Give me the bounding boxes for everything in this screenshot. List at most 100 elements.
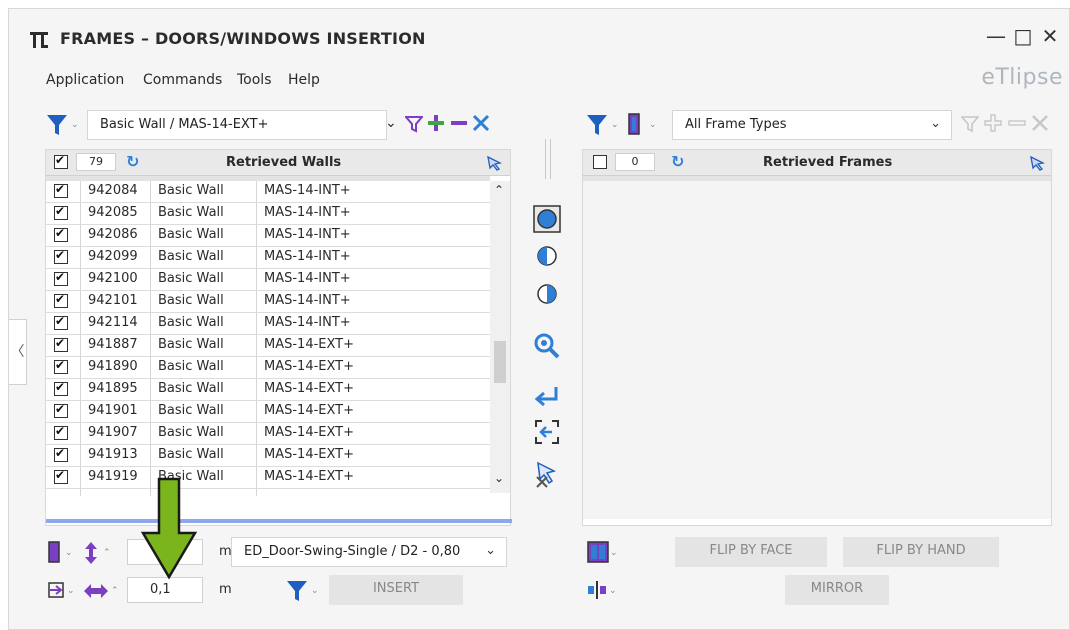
table-row[interactable]: 941907 Basic Wall MAS-14-EXT+ (46, 423, 490, 445)
table-row[interactable]: 941895 Basic Wall MAS-14-EXT+ (46, 379, 490, 401)
row-checkbox[interactable] (54, 292, 68, 308)
remove-icon[interactable] (449, 113, 469, 133)
row-checkbox[interactable] (54, 270, 68, 286)
wall-filter-value: Basic Wall / MAS-14-EXT+ (100, 117, 269, 132)
frames-empty-area (583, 181, 1051, 519)
row-family: Basic Wall (158, 227, 224, 242)
row-checkbox[interactable] (54, 402, 68, 418)
flip-by-face-button[interactable]: FLIP BY FACE (675, 537, 827, 567)
row-id: 942086 (88, 227, 138, 242)
maximize-button[interactable]: □ (1012, 25, 1034, 47)
row-checkbox[interactable] (54, 380, 68, 396)
row-checkbox[interactable] (54, 336, 68, 352)
add-icon[interactable] (426, 113, 446, 133)
table-row[interactable]: 941887 Basic Wall MAS-14-EXT+ (46, 335, 490, 357)
row-checkbox[interactable] (54, 204, 68, 220)
frame-type-dropdown-icon[interactable]: ⌄ (623, 111, 661, 139)
table-row[interactable]: 942085 Basic Wall MAS-14-INT+ (46, 203, 490, 225)
pick-cursor-icon[interactable] (1029, 155, 1045, 171)
row-family: Basic Wall (158, 359, 224, 374)
row-type: MAS-14-INT+ (264, 315, 351, 330)
menu-commands[interactable]: Commands (143, 72, 222, 88)
row-family: Basic Wall (158, 249, 224, 264)
insert-filter-dropdown-icon[interactable]: ⌄ (285, 577, 325, 605)
insert-button[interactable]: INSERT (329, 575, 463, 605)
row-type: MAS-14-INT+ (264, 227, 351, 242)
clear-filter-icon-disabled[interactable] (1030, 113, 1050, 133)
window-title: FRAMES – DOORS/WINDOWS INSERTION (60, 29, 426, 48)
wall-filter-combo[interactable]: Basic Wall / MAS-14-EXT+ (87, 110, 387, 140)
chevron-down-icon: ⌄ (930, 116, 941, 131)
row-checkbox[interactable] (54, 424, 68, 440)
remove-icon-disabled[interactable] (1007, 113, 1027, 133)
row-checkbox[interactable] (54, 358, 68, 374)
table-row[interactable]: 942099 Basic Wall MAS-14-INT+ (46, 247, 490, 269)
menu-application[interactable]: Application (46, 72, 124, 88)
clear-selection-icon[interactable] (532, 459, 562, 489)
side-collapse-tab[interactable]: 〈 (9, 319, 27, 385)
add-icon-disabled[interactable] (983, 113, 1003, 133)
select-all-frames-checkbox[interactable] (593, 155, 607, 169)
frames-filter-dropdown-icon[interactable]: ⌄ (585, 111, 619, 139)
flip-mode-dropdown-icon[interactable]: ⌄ (585, 539, 619, 567)
row-checkbox[interactable] (54, 446, 68, 462)
row-id: 941901 (88, 403, 138, 418)
row-checkbox[interactable] (54, 226, 68, 242)
half-left-circle-icon[interactable] (532, 241, 562, 271)
table-row[interactable]: 942100 Basic Wall MAS-14-INT+ (46, 269, 490, 291)
frame-orientation-dropdown-icon[interactable]: ⌄ (45, 539, 79, 567)
row-checkbox[interactable] (54, 314, 68, 330)
door-type-combo[interactable]: ED_Door-Swing-Single / D2 - 0,80 ⌄ (231, 537, 507, 567)
row-family: Basic Wall (158, 315, 224, 330)
return-arrow-icon[interactable] (532, 382, 562, 412)
row-type: MAS-14-INT+ (264, 205, 351, 220)
row-id: 942085 (88, 205, 138, 220)
close-button[interactable]: ✕ (1039, 25, 1061, 47)
frame-type-combo[interactable]: All Frame Types ⌄ (672, 110, 952, 140)
walls-grid: 79 ↻ Retrieved Walls 942084 Basic Wall MAS… (45, 149, 512, 526)
chevron-down-icon[interactable]: ⌄ (385, 115, 397, 131)
horizontal-offset-icon[interactable]: ⌃ (81, 577, 121, 605)
row-checkbox[interactable] (54, 182, 68, 198)
svg-text:⌃: ⌃ (103, 548, 111, 558)
row-checkbox[interactable] (54, 248, 68, 264)
fit-view-icon[interactable] (532, 417, 562, 447)
scroll-down-icon[interactable]: ⌄ (494, 471, 504, 485)
menu-tools[interactable]: Tools (237, 72, 272, 88)
select-all-button[interactable] (532, 204, 562, 234)
refresh-icon[interactable]: ↻ (126, 152, 139, 171)
minimize-button[interactable]: — (985, 25, 1007, 47)
clear-filter-icon[interactable] (471, 113, 491, 133)
table-row[interactable]: 941890 Basic Wall MAS-14-EXT+ (46, 357, 490, 379)
table-row[interactable]: 941901 Basic Wall MAS-14-EXT+ (46, 401, 490, 423)
alignment-dropdown-icon[interactable]: ⌄ (45, 577, 79, 605)
half-right-circle-icon[interactable] (532, 279, 562, 309)
table-row[interactable]: 942086 Basic Wall MAS-14-INT+ (46, 225, 490, 247)
table-row[interactable]: 942114 Basic Wall MAS-14-INT+ (46, 313, 490, 335)
scroll-up-icon[interactable]: ⌃ (494, 183, 504, 197)
frames-header-title: Retrieved Frames (763, 155, 893, 170)
refresh-icon[interactable]: ↻ (671, 152, 684, 171)
table-row[interactable]: 942084 Basic Wall MAS-14-INT+ (46, 181, 490, 203)
row-checkbox[interactable] (54, 468, 68, 484)
filter-icon[interactable] (405, 115, 423, 133)
mirror-mode-dropdown-icon[interactable]: ⌄ (585, 577, 619, 605)
table-row[interactable]: 941913 Basic Wall MAS-14-EXT+ (46, 445, 490, 467)
select-all-walls-checkbox[interactable] (54, 153, 68, 169)
filter-dropdown-icon[interactable]: ⌄ (45, 111, 79, 139)
mirror-button[interactable]: MIRROR (785, 575, 889, 605)
pick-cursor-icon[interactable] (486, 155, 502, 171)
filter-icon-disabled[interactable] (961, 115, 979, 133)
table-row[interactable]: 942101 Basic Wall MAS-14-INT+ (46, 291, 490, 313)
walls-scrollbar[interactable]: ⌃ ⌄ (490, 181, 510, 493)
splitter-handle[interactable] (545, 139, 551, 179)
table-row[interactable]: 941919Basic WallMAS-14-EXT+ (46, 467, 490, 489)
flip-by-hand-button[interactable]: FLIP BY HAND (843, 537, 999, 567)
frames-count: 0 (615, 153, 655, 171)
scroll-thumb[interactable] (494, 341, 506, 383)
row-id: 941887 (88, 337, 138, 352)
vertical-offset-icon[interactable]: ⌃ (81, 539, 115, 567)
row-family: Basic Wall (158, 381, 224, 396)
menu-help[interactable]: Help (288, 72, 320, 88)
zoom-icon[interactable] (532, 331, 562, 361)
